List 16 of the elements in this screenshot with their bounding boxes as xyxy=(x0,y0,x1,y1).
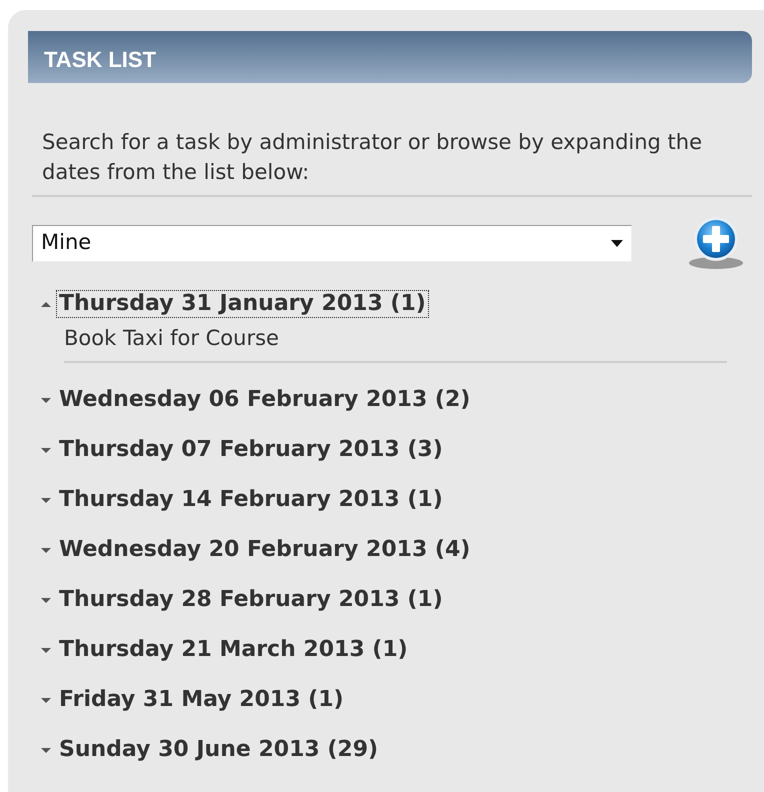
date-group-link[interactable]: Wednesday 06 February 2013 (2) xyxy=(56,386,474,414)
date-group-link[interactable]: Thursday 21 March 2013 (1) xyxy=(56,636,411,664)
panel-header: TASK LIST xyxy=(28,31,752,83)
administrator-dropdown[interactable]: Mine xyxy=(32,224,632,262)
add-icon[interactable] xyxy=(686,215,746,271)
collapse-arrow-icon[interactable] xyxy=(40,299,52,309)
date-group-link[interactable]: Thursday 31 January 2013 (1) xyxy=(56,290,429,318)
date-group-link[interactable]: Friday 31 May 2013 (1) xyxy=(56,686,347,714)
date-group-link[interactable]: Thursday 14 February 2013 (1) xyxy=(56,486,446,514)
date-group-link[interactable]: Wednesday 20 February 2013 (4) xyxy=(56,536,474,564)
caret-icon xyxy=(611,240,623,246)
date-group-link[interactable]: Thursday 07 February 2013 (3) xyxy=(56,436,446,464)
date-group-link[interactable]: Thursday 28 February 2013 (1) xyxy=(56,586,446,614)
task-link[interactable]: Book Taxi for Course xyxy=(64,323,727,362)
date-group-link[interactable]: Sunday 30 June 2013 (29) xyxy=(56,736,382,764)
intro-text: Search for a task by administrator or browse by expanding the dates from the list below: xyxy=(42,129,704,186)
